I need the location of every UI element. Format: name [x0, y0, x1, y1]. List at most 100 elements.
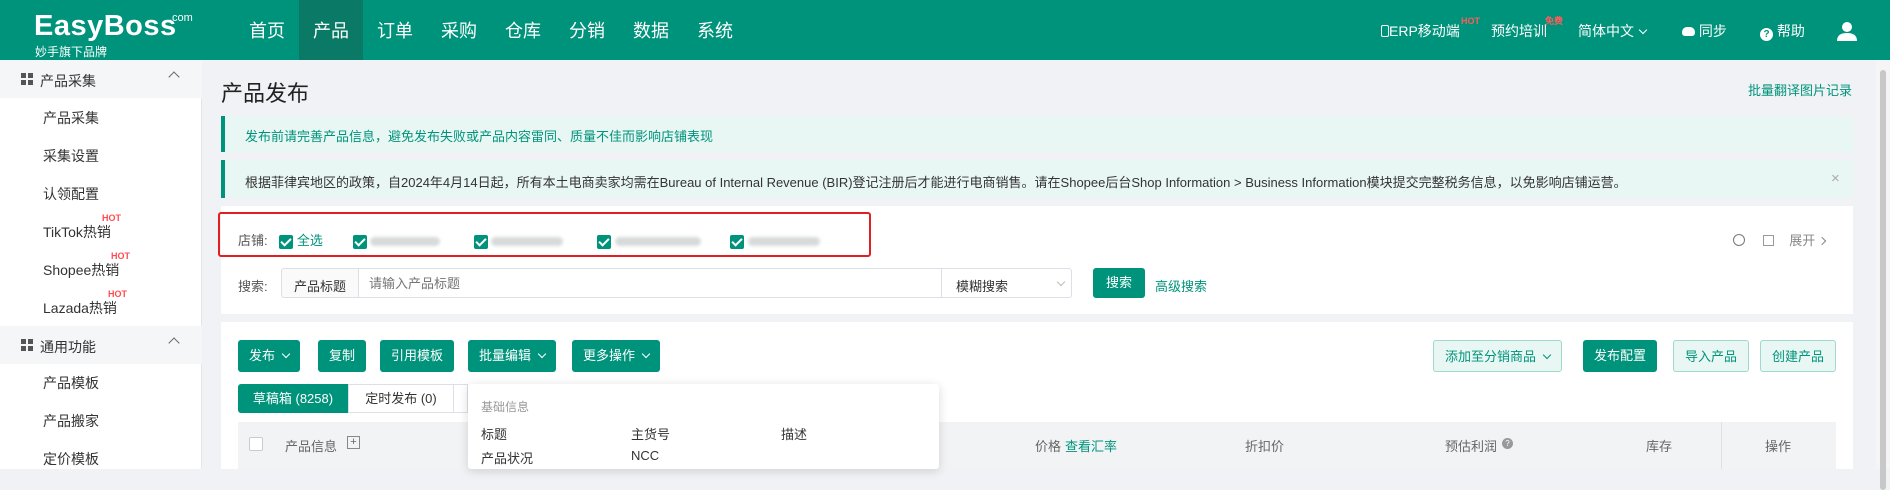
- page-title: 产品发布: [221, 81, 310, 106]
- sidebar-item-product-template[interactable]: 产品模板: [43, 373, 99, 393]
- chevron-down-icon: [1056, 277, 1066, 287]
- publish-label: 发布: [249, 348, 276, 363]
- popup-item-ncc[interactable]: NCC: [631, 448, 659, 463]
- sidebar-item-lazada-hot[interactable]: Lazada热销 HOT: [43, 289, 127, 318]
- publish-button[interactable]: 发布: [238, 340, 301, 372]
- expand-label: 展开: [1789, 233, 1816, 248]
- advanced-search-link[interactable]: 高级搜索: [1155, 276, 1207, 295]
- match-mode-label: 模糊搜索: [956, 279, 1009, 294]
- sidebar-group-collection[interactable]: 产品采集: [0, 60, 202, 98]
- view-exchange-rate-link[interactable]: 查看汇率: [1065, 436, 1117, 455]
- batch-translate-log-link[interactable]: 批量翻译图片记录: [1748, 80, 1852, 99]
- hot-badge: HOT: [111, 251, 130, 261]
- select-all-rows-checkbox[interactable]: [249, 437, 263, 451]
- column-actions: 操作: [1765, 439, 1792, 454]
- more-actions-label: 更多操作: [583, 348, 636, 363]
- sidebar-item-product-move[interactable]: 产品搬家: [43, 411, 99, 431]
- add-to-distribution-button[interactable]: 添加至分销商品: [1433, 340, 1563, 372]
- training-label: 预约培训: [1491, 23, 1547, 39]
- column-estimated-profit: 预估利润: [1445, 439, 1498, 454]
- expand-button[interactable]: 展开: [1789, 233, 1827, 248]
- sidebar-item-label: Shopee热销: [43, 262, 120, 278]
- more-actions-button[interactable]: 更多操作: [572, 340, 661, 372]
- highlight-box: [218, 212, 871, 257]
- nav-warehouse[interactable]: 仓库: [491, 0, 555, 60]
- search-field-select[interactable]: 产品标题: [281, 268, 358, 298]
- help-icon[interactable]: ?: [1502, 438, 1513, 449]
- scrollbar-thumb[interactable]: [1880, 70, 1886, 490]
- scrollbar[interactable]: [1876, 60, 1890, 490]
- search-input[interactable]: [358, 268, 942, 298]
- sidebar-group-label: 通用功能: [40, 339, 96, 355]
- apply-template-button[interactable]: 引用模板: [380, 340, 455, 372]
- sidebar-item-collection-settings[interactable]: 采集设置: [43, 146, 99, 166]
- column-discount-price: 折扣价: [1245, 439, 1285, 454]
- chevron-down-icon: [641, 349, 651, 359]
- chevron-down-icon: [281, 349, 291, 359]
- publish-config-button[interactable]: 发布配置: [1583, 340, 1658, 372]
- policy-notice-text: 根据菲律宾地区的政策，自2024年4月14日起，所有本土电商卖家均需在Burea…: [245, 175, 1627, 190]
- sidebar-item-pricing-template[interactable]: 定价模板: [43, 449, 99, 469]
- nav-data[interactable]: 数据: [619, 0, 683, 60]
- language-select[interactable]: 简体中文: [1578, 0, 1648, 60]
- chevron-right-icon: [1817, 236, 1827, 246]
- user-avatar[interactable]: [1836, 0, 1860, 60]
- logo[interactable]: EasyBoss .com 妙手旗下品牌: [32, 10, 193, 59]
- column-stock: 库存: [1646, 439, 1673, 454]
- popup-item-condition[interactable]: 产品状况: [481, 448, 533, 467]
- batch-edit-dropdown: 基础信息 标题 主货号 描述 产品状况 NCC: [468, 384, 939, 469]
- question-circle-icon: ?: [1760, 28, 1773, 41]
- tab-scheduled[interactable]: 定时发布 (0): [348, 384, 454, 413]
- mobile-erp-label: ERP移动端: [1389, 23, 1460, 39]
- cloud-upload-icon: [1682, 27, 1695, 36]
- help-button[interactable]: ? 帮助: [1760, 0, 1805, 60]
- sidebar-item-product-collection[interactable]: 产品采集: [43, 108, 99, 128]
- nav-home[interactable]: 首页: [235, 0, 299, 60]
- sync-label: 同步: [1698, 23, 1727, 39]
- copy-button[interactable]: 复制: [318, 340, 367, 372]
- nav-orders[interactable]: 订单: [363, 0, 427, 60]
- hot-badge: HOT: [1461, 16, 1480, 26]
- column-price: 价格: [1035, 439, 1062, 454]
- import-products-button[interactable]: 导入产品: [1673, 340, 1750, 372]
- sidebar-item-tiktok-hot[interactable]: TikTok热销 HOT: [43, 213, 121, 242]
- nav-purchase[interactable]: 采购: [427, 0, 491, 60]
- sidebar: 产品采集 产品采集 采集设置 认领配置 TikTok热销 HOT Shopee热…: [0, 60, 202, 469]
- notice-banner: 发布前请完善产品信息，避免发布失败或产品内容雷同、质量不佳而影响店铺表现: [221, 116, 1853, 152]
- expand-column-icon[interactable]: +: [347, 436, 360, 449]
- notice-text: 发布前请完善产品信息，避免发布失败或产品内容雷同、质量不佳而影响店铺表现: [245, 129, 714, 144]
- sync-button[interactable]: 同步: [1682, 0, 1727, 60]
- mobile-erp-link[interactable]: ERP移动端 HOT: [1381, 0, 1480, 60]
- popup-item-title[interactable]: 标题: [481, 424, 507, 443]
- user-icon: [1837, 22, 1857, 41]
- column-divider: [1721, 422, 1722, 469]
- top-navbar: EasyBoss .com 妙手旗下品牌 首页 产品 订单 采购 仓库 分销 数…: [0, 0, 1890, 60]
- sidebar-group-common[interactable]: 通用功能: [0, 326, 202, 364]
- close-icon[interactable]: ×: [1831, 170, 1840, 187]
- search-icon[interactable]: [1733, 234, 1745, 246]
- training-link[interactable]: 预约培训 免费: [1491, 0, 1563, 60]
- sidebar-item-label: Lazada热销: [43, 300, 117, 316]
- nav-distribution[interactable]: 分销: [555, 0, 619, 60]
- sidebar-item-claim-config[interactable]: 认领配置: [43, 184, 99, 204]
- grid-icon: [21, 339, 33, 351]
- batch-edit-button[interactable]: 批量编辑: [468, 340, 557, 372]
- create-product-button[interactable]: 创建产品: [1760, 340, 1837, 372]
- tab-drafts[interactable]: 草稿箱 (8258): [238, 384, 348, 413]
- filter-tools: 展开: [1733, 230, 1827, 249]
- add-to-distribution-label: 添加至分销商品: [1445, 349, 1537, 364]
- mobile-icon: [1381, 25, 1389, 37]
- chevron-down-icon: [537, 349, 547, 359]
- logo-text: EasyBoss: [34, 10, 177, 42]
- popup-item-description[interactable]: 描述: [781, 424, 807, 443]
- nav-system[interactable]: 系统: [683, 0, 747, 60]
- search-button[interactable]: 搜索: [1093, 268, 1145, 298]
- match-mode-select[interactable]: 模糊搜索: [942, 268, 1072, 298]
- tab-next[interactable]: [454, 384, 468, 413]
- popup-item-sku[interactable]: 主货号: [631, 424, 670, 443]
- settings-icon[interactable]: [1762, 235, 1774, 246]
- nav-products[interactable]: 产品: [299, 0, 363, 60]
- logo-slogan: 妙手旗下品牌: [35, 45, 108, 59]
- sidebar-item-shopee-hot[interactable]: Shopee热销 HOT: [43, 251, 130, 280]
- popup-section-title: 基础信息: [481, 400, 530, 414]
